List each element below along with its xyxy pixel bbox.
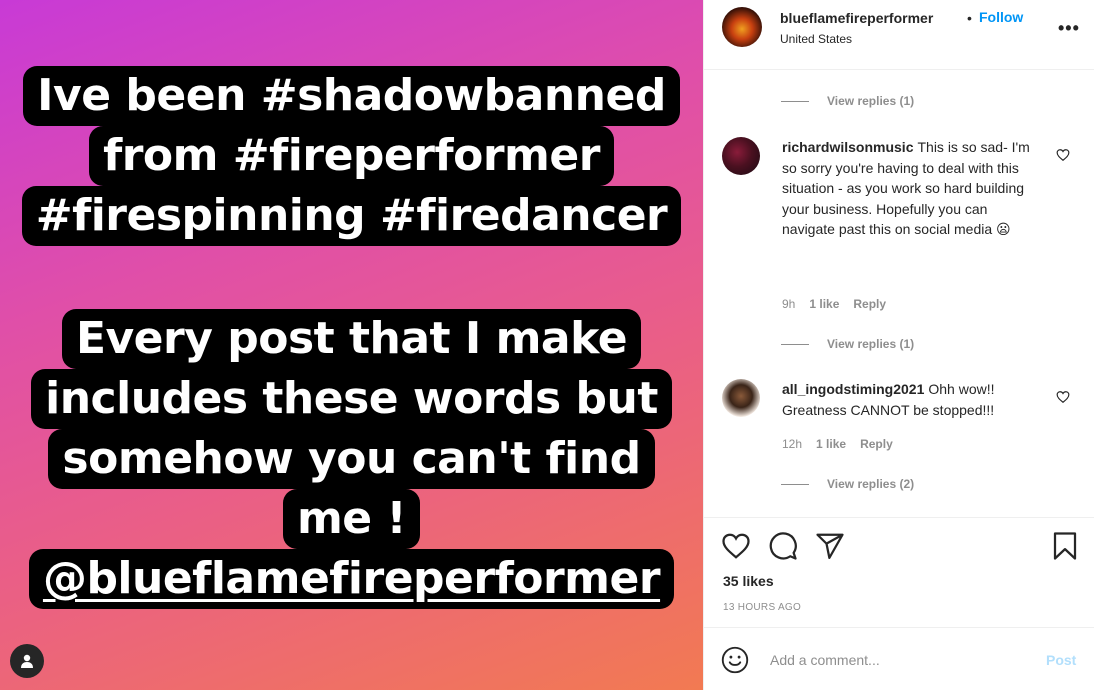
comment-username[interactable]: all_ingodstiming2021 [782, 381, 924, 397]
likes-count[interactable]: 35 likes [723, 573, 774, 589]
post-image[interactable]: Ive been #shadowbanned from #fireperform… [0, 0, 703, 690]
story-line: Ive been #shadowbanned [23, 66, 680, 126]
view-replies-label: View replies (1) [827, 94, 915, 108]
avatar[interactable] [722, 137, 760, 175]
comment-likes[interactable]: 1 like [816, 437, 846, 451]
heart-icon[interactable] [721, 531, 751, 561]
post-actions: 35 likes 13 HOURS AGO [704, 517, 1094, 627]
avatar[interactable] [722, 7, 762, 47]
story-line: from #fireperformer [89, 126, 614, 186]
emoji-icon[interactable] [721, 646, 749, 674]
view-replies-button[interactable]: View replies (1) [781, 336, 914, 352]
story-line: Every post that I make [61, 309, 642, 369]
comment-meta: 9h 1 like Reply [782, 297, 886, 311]
view-replies-label: View replies (2) [827, 477, 915, 491]
comments-list[interactable]: View replies (1) richardwilsonmusic This … [704, 70, 1094, 517]
comment-icon[interactable] [768, 531, 798, 561]
separator-dot: • [967, 10, 972, 26]
comment-username[interactable]: richardwilsonmusic [782, 139, 913, 155]
bookmark-icon[interactable] [1050, 531, 1080, 561]
avatar[interactable] [722, 379, 760, 417]
reply-button[interactable]: Reply [853, 297, 886, 311]
divider [781, 100, 809, 102]
story-line: includes these words but [31, 369, 672, 429]
story-line: #firespinning #firedancer [21, 186, 682, 246]
header-username[interactable]: blueflamefireperformer [780, 10, 933, 26]
comment-body: richardwilsonmusic This is so sad- I'm so… [782, 137, 1040, 240]
post-timestamp[interactable]: 13 HOURS AGO [723, 602, 801, 613]
view-replies-label: View replies (1) [827, 337, 915, 351]
view-replies-button[interactable]: View replies (1) [781, 93, 914, 109]
post-button[interactable]: Post [1046, 652, 1076, 668]
reply-button[interactable]: Reply [860, 437, 893, 451]
divider [781, 343, 809, 345]
story-text-block-2: Every post that I make includes these wo… [0, 309, 703, 609]
follow-button[interactable]: Follow [979, 9, 1023, 25]
story-line: somehow you can't find [48, 429, 655, 489]
story-mention: @blueflamefireperformer [28, 549, 675, 609]
story-line: me ! [282, 489, 421, 549]
comment-time[interactable]: 12h [782, 437, 802, 451]
header-location[interactable]: United States [780, 32, 852, 46]
comment-time[interactable]: 9h [782, 297, 795, 311]
comment-meta: 12h 1 like Reply [782, 437, 893, 451]
view-replies-button[interactable]: View replies (2) [781, 476, 914, 492]
post-header: blueflamefireperformer • Follow United S… [704, 0, 1094, 70]
heart-icon[interactable] [1056, 390, 1070, 404]
heart-icon[interactable] [1056, 148, 1070, 162]
divider [781, 483, 809, 485]
story-text-block-1: Ive been #shadowbanned from #fireperform… [0, 66, 703, 246]
comment-body: all_ingodstiming2021 Ohh wow!! Greatness … [782, 379, 1040, 420]
comment-input[interactable] [770, 648, 1030, 672]
share-icon[interactable] [815, 531, 845, 561]
comment-likes[interactable]: 1 like [809, 297, 839, 311]
post-side-panel: blueflamefireperformer • Follow United S… [703, 0, 1094, 690]
user-tag-icon[interactable] [10, 644, 44, 678]
more-options-icon[interactable]: ••• [1058, 18, 1080, 39]
comment-bar: Post [704, 627, 1094, 690]
